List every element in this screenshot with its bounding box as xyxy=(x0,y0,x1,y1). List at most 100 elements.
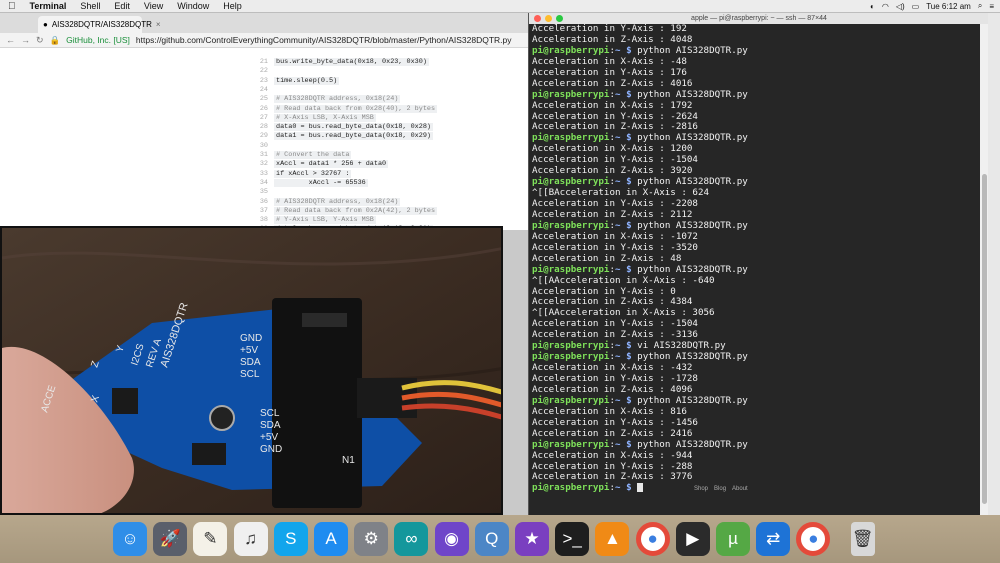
prompt-user: pi@raspberrypi xyxy=(532,219,610,231)
output-text: Acceleration in Z-Axis : -2816 xyxy=(532,121,698,133)
code-text: # Convert the data xyxy=(274,151,352,159)
menu-item-help[interactable]: Help xyxy=(223,1,242,11)
battery-icon[interactable]: ▭ xyxy=(912,2,920,11)
dock: ☺ 🚀 ✎ ♫ S A ⚙ ∞ ◉ Q ★ >_ ▲ ● ▶ µ ⇄ ● 🗑 xyxy=(0,515,1000,563)
launchpad-icon[interactable]: 🚀 xyxy=(153,522,188,556)
code-text: data1 = bus.read_byte_data(0x18, 0x29) xyxy=(274,132,433,141)
arduino-icon[interactable]: ∞ xyxy=(394,522,429,556)
output-text: ^[[AAcceleration in X-Axis : -640 xyxy=(532,274,715,286)
menu-item-view[interactable]: View xyxy=(144,1,163,11)
prompt-path: ~ $ xyxy=(615,176,632,188)
code-text: xAccl -= 65536 xyxy=(274,178,368,187)
footer-link-about[interactable]: About xyxy=(732,486,748,492)
chrome-icon[interactable]: ● xyxy=(635,522,670,556)
textedit-icon[interactable]: ✎ xyxy=(193,522,228,556)
scrollbar-thumb[interactable] xyxy=(982,174,987,504)
code-text: xAccl = data1 * 256 + data0 xyxy=(274,160,389,169)
line-number: 35 xyxy=(259,188,268,197)
chrome-icon-2[interactable]: ● xyxy=(796,522,831,556)
board-label-connector: N1 xyxy=(342,455,355,466)
line-number: 24 xyxy=(259,85,268,94)
prompt-user: pi@raspberrypi xyxy=(532,44,610,56)
utorrent-icon[interactable]: µ xyxy=(716,522,750,556)
output-text: ^[[BAcceleration in X-Axis : 624 xyxy=(532,187,710,199)
line-number: 36 xyxy=(259,197,268,206)
line-number: 29 xyxy=(259,132,268,141)
line-number: 30 xyxy=(259,141,268,150)
code-text: # AIS328DQTR address, 0x18(24) xyxy=(274,95,401,104)
finder-icon[interactable]: ☺ xyxy=(113,522,147,556)
browser-tab-title: AIS328DQTR/AIS328DQTR xyxy=(51,20,152,29)
line-number: 26 xyxy=(259,104,268,113)
line-number: 22 xyxy=(259,67,268,76)
footer-link-shop[interactable]: Shop xyxy=(694,486,708,492)
search-icon[interactable]: ⌕ xyxy=(978,1,982,11)
output-text: Acceleration in X-Axis : 816 xyxy=(532,405,687,417)
secure-site-label: GitHub, Inc. [US] xyxy=(66,35,130,45)
prompt-user: pi@raspberrypi xyxy=(532,351,610,363)
status-icon-1[interactable]: ◐ xyxy=(870,2,875,11)
itunes-icon[interactable]: ♫ xyxy=(233,522,268,556)
prompt-user: pi@raspberrypi xyxy=(532,88,610,100)
line-number: 37 xyxy=(259,206,268,215)
output-text: Acceleration in Y-Axis : -2624 xyxy=(532,110,698,122)
app-store-icon[interactable]: A xyxy=(314,522,348,556)
prompt-path: ~ $ xyxy=(615,263,632,275)
line-number: 34 xyxy=(259,178,268,187)
quicktime-icon[interactable]: Q xyxy=(474,522,509,556)
menu-clock[interactable]: Tue 6:12 am xyxy=(926,2,971,11)
menu-item-window[interactable]: Window xyxy=(177,1,209,11)
command-text: python AIS328DQTR.py xyxy=(637,394,748,406)
code-text: # Y-Axis LSB, Y-Axis MSB xyxy=(274,216,376,225)
forward-icon[interactable]: → xyxy=(21,35,30,45)
imovie-icon[interactable]: ★ xyxy=(515,522,549,556)
prompt-path: ~ $ xyxy=(615,482,632,494)
board-pin-scl-bottom: SCL xyxy=(260,408,280,419)
menu-item-shell[interactable]: Shell xyxy=(80,1,100,11)
skype-icon[interactable]: S xyxy=(273,522,308,556)
terminal-output[interactable]: Acceleration in Y-Axis : 192 Acceleration… xyxy=(529,23,989,494)
notification-center-icon[interactable]: ≡ xyxy=(989,2,994,11)
vlc-icon[interactable]: ▲ xyxy=(595,522,630,556)
video-player-icon[interactable]: ▶ xyxy=(675,522,710,556)
command-text: vi AIS328DQTR.py xyxy=(637,340,726,352)
apple-menu-icon[interactable]:  xyxy=(8,1,16,12)
terminal-window: apple — pi@raspberrypi: ~ — ssh — 87×44 … xyxy=(528,13,989,515)
teamviewer-icon[interactable]: ⇄ xyxy=(756,522,791,556)
output-text: Acceleration in Z-Axis : 4384 xyxy=(532,296,693,308)
prompt-user: pi@raspberrypi xyxy=(532,340,610,352)
trash-icon[interactable]: 🗑 xyxy=(850,522,875,556)
menu-app-name[interactable]: Terminal xyxy=(30,1,67,11)
command-text: python AIS328DQTR.py xyxy=(637,88,748,100)
line-number: 25 xyxy=(259,95,268,104)
url-text[interactable]: https://github.com/ControlEverythingComm… xyxy=(136,35,512,45)
terminal-icon[interactable]: >_ xyxy=(555,522,590,556)
close-tab-icon[interactable]: × xyxy=(156,20,161,29)
reload-icon[interactable]: ↻ xyxy=(36,35,44,46)
code-line: 29 data1 = bus.read_byte_data(0x18, 0x29) xyxy=(250,132,433,143)
code-text: # Read data back from 0x28(40), 2 bytes xyxy=(274,104,438,113)
browser-tab[interactable]: ● AIS328DQTR/AIS328DQTR × xyxy=(38,16,161,33)
lock-icon: 🔒 xyxy=(49,34,61,45)
browser-tab-bar: ● AIS328DQTR/AIS328DQTR × xyxy=(0,13,528,33)
footer-link-blog[interactable]: Blog xyxy=(714,486,726,492)
output-text: Acceleration in Y-Axis : -3520 xyxy=(532,241,698,253)
output-text: Acceleration in Z-Axis : 2112 xyxy=(532,208,693,220)
github-desktop-icon[interactable]: ◉ xyxy=(434,522,469,556)
prompt-path: ~ $ xyxy=(615,88,632,100)
line-number: 31 xyxy=(259,151,268,159)
menu-item-edit[interactable]: Edit xyxy=(114,1,130,11)
output-text: Acceleration in Y-Axis : -1504 xyxy=(532,318,698,330)
output-text: ^[[AAcceleration in X-Axis : 3056 xyxy=(532,307,715,319)
address-bar[interactable]: ← → ↻ 🔒 GitHub, Inc. [US] https://github… xyxy=(0,33,528,48)
output-text: Acceleration in Y-Axis : -1456 xyxy=(532,416,698,428)
wifi-icon[interactable]: ◠ xyxy=(882,2,889,11)
output-text: Acceleration in Z-Axis : 3920 xyxy=(532,165,693,177)
output-text: Acceleration in Z-Axis : 3776 xyxy=(532,471,693,483)
volume-icon[interactable]: ◁) xyxy=(896,2,905,11)
command-text: python AIS328DQTR.py xyxy=(637,219,748,231)
output-text: Acceleration in X-Axis : -48 xyxy=(532,55,687,67)
output-text: Acceleration in Y-Axis : -1728 xyxy=(532,373,698,384)
system-preferences-icon[interactable]: ⚙ xyxy=(354,522,389,556)
back-icon[interactable]: ← xyxy=(6,35,15,45)
